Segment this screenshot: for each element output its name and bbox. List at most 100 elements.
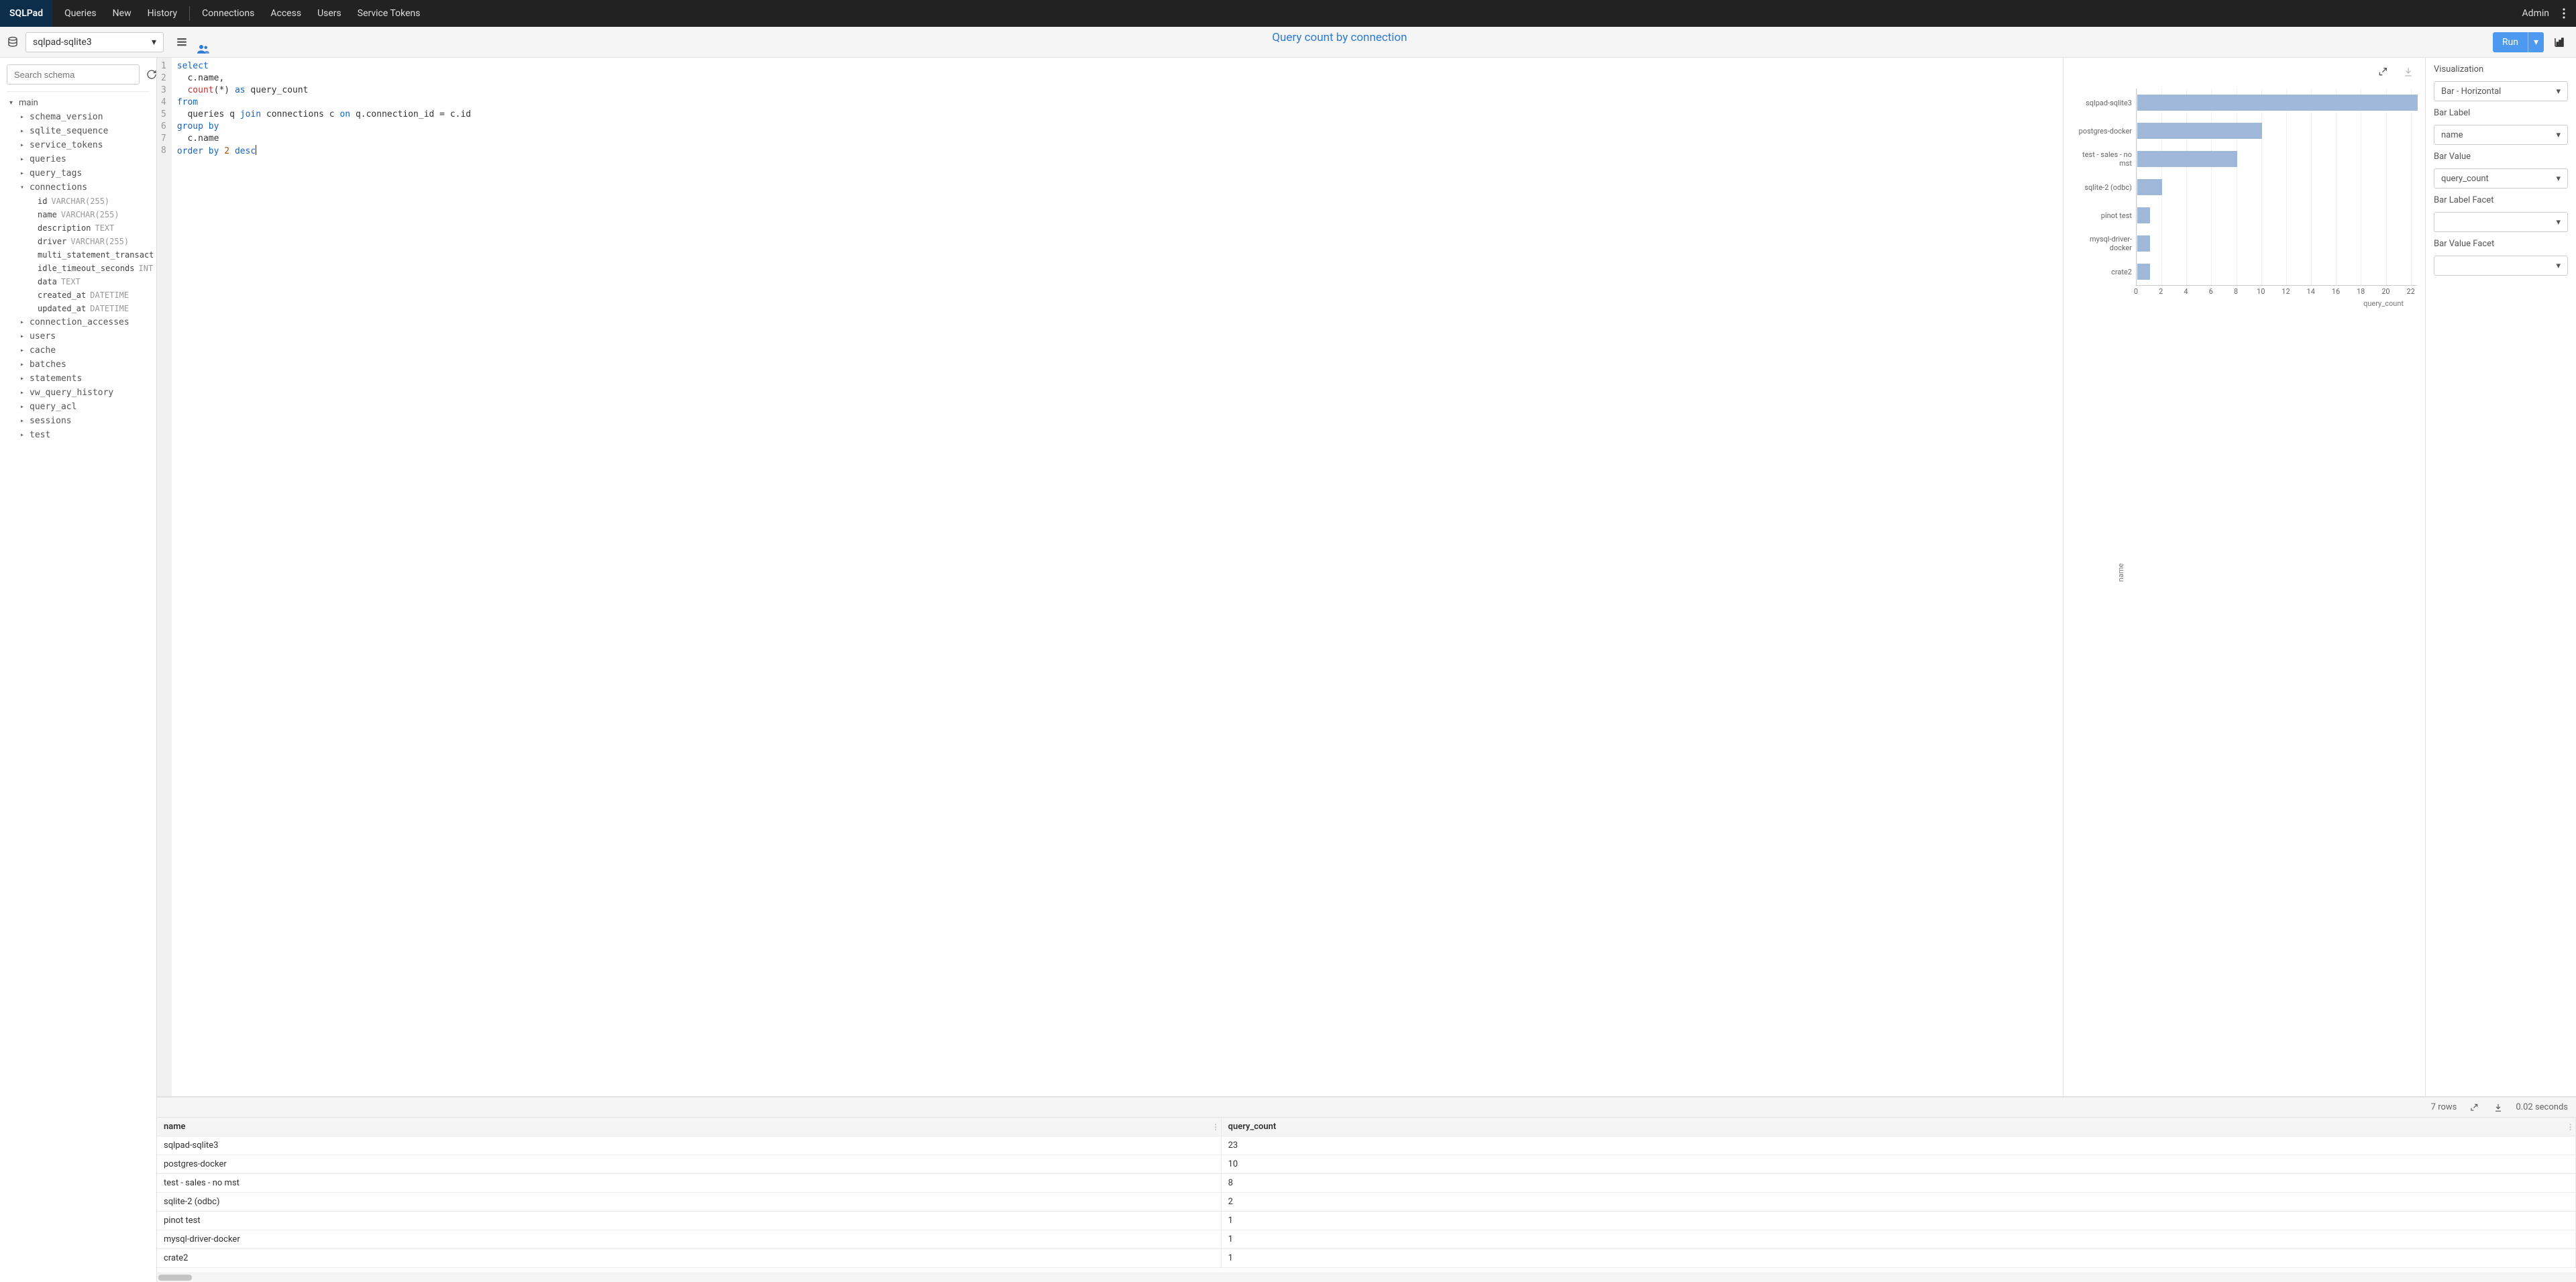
chevron-down-icon: ▾: [2556, 174, 2561, 184]
download-results-icon[interactable]: [2491, 1101, 2505, 1114]
schema-table-vw_query_history[interactable]: ▸vw_query_history: [17, 386, 154, 400]
schema-table-users[interactable]: ▸users: [17, 329, 154, 343]
schema-column[interactable]: updated_at DATETIME: [28, 302, 154, 315]
chart-x-tick: 14: [2307, 287, 2315, 296]
results-cell: 8: [1222, 1174, 2576, 1192]
nav-access[interactable]: Access: [262, 0, 309, 27]
results-row[interactable]: sqlite-2 (odbc)2: [157, 1193, 2576, 1212]
chart-bar: [2137, 235, 2150, 252]
schema-table-cache[interactable]: ▸cache: [17, 343, 154, 358]
schema-table-batches[interactable]: ▸batches: [17, 358, 154, 372]
chart-x-tick: 2: [2159, 287, 2163, 296]
bar-value-facet-label: Bar Value Facet: [2434, 239, 2568, 249]
chevron-down-icon: ▾: [2556, 87, 2561, 97]
open-results-fullscreen-icon[interactable]: [2467, 1101, 2481, 1114]
results-cell: 1: [1222, 1230, 2576, 1248]
results-column-header[interactable]: name⋮: [157, 1118, 1222, 1136]
schema-column[interactable]: created_at DATETIME: [28, 288, 154, 302]
nav-queries[interactable]: Queries: [56, 0, 105, 27]
results-cell: 1: [1222, 1212, 2576, 1230]
bar-label-facet-select[interactable]: ▾: [2434, 212, 2568, 232]
schema-table-test[interactable]: ▸test: [17, 428, 154, 442]
schema-table-statements[interactable]: ▸statements: [17, 372, 154, 386]
schema-column[interactable]: description TEXT: [28, 221, 154, 235]
sql-editor[interactable]: 12345678 select c.name, count(*) as quer…: [157, 58, 2063, 1096]
nav-connections[interactable]: Connections: [194, 0, 262, 27]
schema-column[interactable]: idle_timeout_seconds INTEGER: [28, 262, 154, 275]
chart-y-axis-label: name: [2116, 564, 2125, 582]
schema-column[interactable]: multi_statement_transaction_…: [28, 248, 154, 262]
chart-bar: [2137, 179, 2162, 195]
schema-column[interactable]: driver VARCHAR(255): [28, 235, 154, 248]
query-title[interactable]: Query count by connection: [1272, 31, 1407, 44]
bar-value-select[interactable]: query_count▾: [2434, 168, 2568, 189]
schema-table-connections[interactable]: ▾connections: [17, 180, 154, 195]
results-row[interactable]: mysql-driver-docker1: [157, 1230, 2576, 1249]
bar-value-label: Bar Value: [2434, 152, 2568, 162]
schema-table-query_tags[interactable]: ▸query_tags: [17, 166, 154, 180]
bar-chart: name sqlpad-sqlite3postgres-dockertest -…: [2063, 86, 2425, 1096]
share-people-icon[interactable]: [197, 44, 2486, 54]
connection-select[interactable]: sqlpad-sqlite3 ▾: [25, 32, 164, 52]
chevron-down-icon: ▾: [2556, 130, 2561, 140]
more-menu-icon[interactable]: [2557, 8, 2571, 19]
schema-table-sqlite_sequence[interactable]: ▸sqlite_sequence: [17, 124, 154, 138]
results-cell: 23: [1222, 1136, 2576, 1155]
download-viz-icon[interactable]: [2398, 62, 2418, 82]
results-row[interactable]: sqlpad-sqlite323: [157, 1136, 2576, 1155]
schema-column[interactable]: name VARCHAR(255): [28, 208, 154, 221]
chart-bar: [2137, 207, 2150, 223]
run-dropdown-caret[interactable]: ▾: [2528, 32, 2544, 52]
brand-logo[interactable]: SQLPad: [0, 0, 52, 27]
scrollbar-thumb[interactable]: [158, 1275, 192, 1281]
schema-table-sessions[interactable]: ▸sessions: [17, 414, 154, 428]
open-viz-fullscreen-icon[interactable]: [2373, 62, 2393, 82]
chart-x-tick: 0: [2134, 287, 2138, 296]
bar-value-facet-select[interactable]: ▾: [2434, 256, 2568, 276]
nav-new[interactable]: New: [105, 0, 140, 27]
results-row-count: 7 rows: [2431, 1102, 2457, 1112]
nav-history[interactable]: History: [140, 0, 186, 27]
chart-category-label: test - sales - no mst: [2069, 145, 2136, 173]
schema-table-query_acl[interactable]: ▸query_acl: [17, 400, 154, 414]
chart-category-label: pinot test: [2069, 201, 2136, 229]
nav-users[interactable]: Users: [309, 0, 350, 27]
column-resize-handle[interactable]: ⋮: [1212, 1122, 1220, 1131]
refresh-schema-icon[interactable]: [146, 66, 157, 83]
run-button[interactable]: Run ▾: [2493, 32, 2544, 52]
bar-label-facet-label: Bar Label Facet: [2434, 195, 2568, 205]
schema-search-input[interactable]: [7, 64, 140, 85]
schema-column[interactable]: data TEXT: [28, 275, 154, 288]
results-row[interactable]: pinot test1: [157, 1212, 2576, 1230]
results-row[interactable]: crate21: [157, 1249, 2576, 1268]
chart-x-tick: 20: [2381, 287, 2390, 296]
chevron-down-icon: ▾: [2556, 261, 2561, 271]
results-horizontal-scrollbar[interactable]: [157, 1273, 2576, 1282]
column-resize-handle[interactable]: ⋮: [2567, 1122, 2574, 1131]
results-row[interactable]: test - sales - no mst8: [157, 1174, 2576, 1193]
bar-label-select[interactable]: name▾: [2434, 125, 2568, 145]
schema-table-queries[interactable]: ▸queries: [17, 152, 154, 166]
results-timing: 0.02 seconds: [2516, 1102, 2568, 1112]
nav-separator: [189, 6, 190, 21]
schema-table-service_tokens[interactable]: ▸service_tokens: [17, 138, 154, 152]
schema-layout-icon[interactable]: [173, 34, 191, 51]
results-cell: sqlite-2 (odbc): [157, 1193, 1222, 1211]
admin-menu[interactable]: Admin: [2514, 0, 2557, 27]
nav-service-tokens[interactable]: Service Tokens: [350, 0, 429, 27]
chart-x-tick: 8: [2234, 287, 2238, 296]
results-column-header[interactable]: query_count⋮: [1222, 1118, 2576, 1136]
editor-code[interactable]: select c.name, count(*) as query_countfr…: [172, 58, 2063, 1096]
results-grid[interactable]: name⋮query_count⋮ sqlpad-sqlite323postgr…: [157, 1117, 2576, 1273]
chart-bar: [2137, 151, 2237, 167]
top-nav: SQLPad QueriesNewHistory ConnectionsAcce…: [0, 0, 2576, 27]
visualization-pane: name sqlpad-sqlite3postgres-dockertest -…: [2063, 58, 2426, 1096]
results-cell: 10: [1222, 1155, 2576, 1173]
schema-table-schema_version[interactable]: ▸schema_version: [17, 110, 154, 124]
chart-toggle-icon[interactable]: [2549, 32, 2569, 52]
schema-db-node[interactable]: ▾main: [7, 96, 154, 110]
viz-type-select[interactable]: Bar - Horizontal▾: [2434, 81, 2568, 101]
schema-column[interactable]: id VARCHAR(255): [28, 195, 154, 208]
schema-table-connection_accesses[interactable]: ▸connection_accesses: [17, 315, 154, 329]
results-row[interactable]: postgres-docker10: [157, 1155, 2576, 1174]
